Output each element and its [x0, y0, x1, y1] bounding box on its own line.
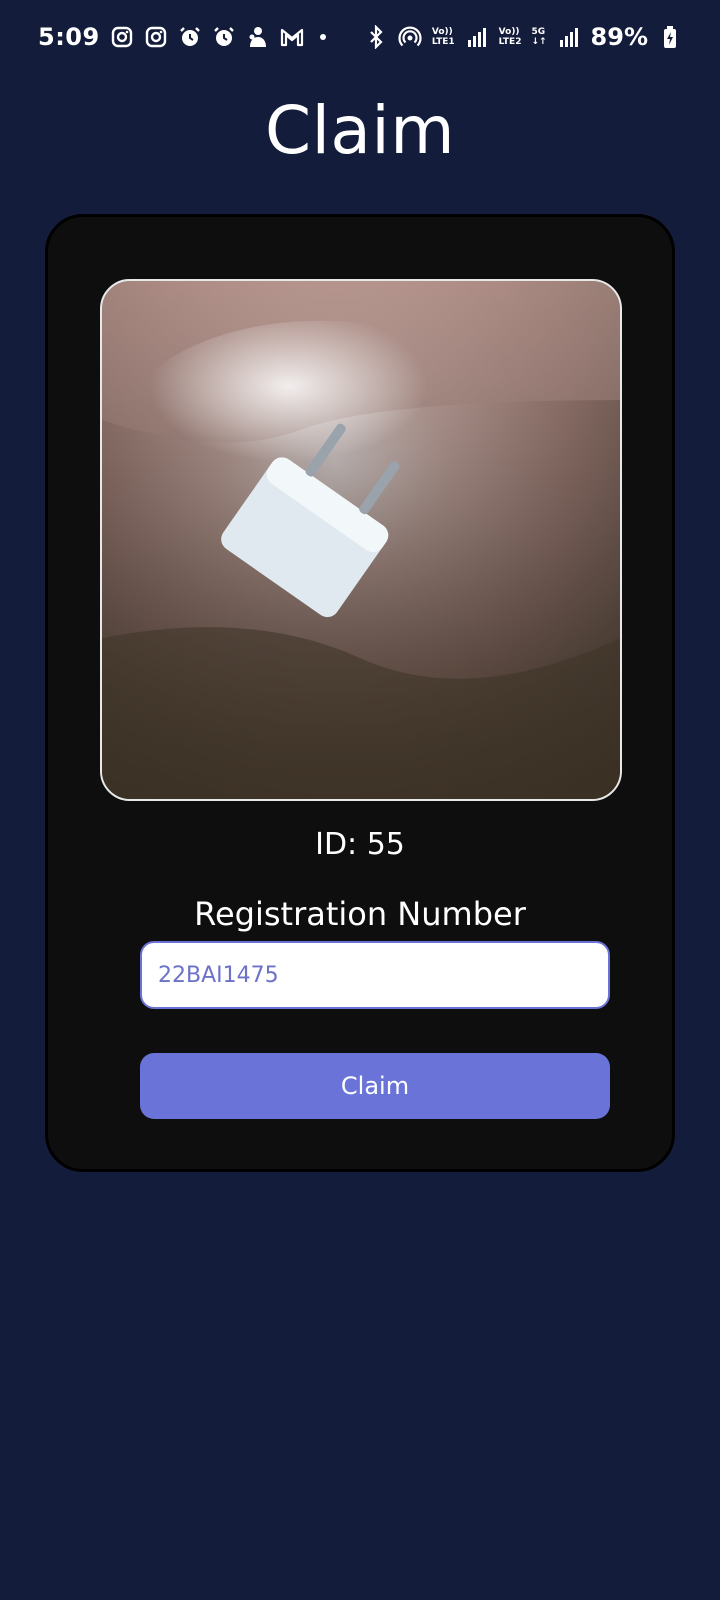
status-time: 5:09 [38, 23, 100, 51]
sim1-network-label: Vo)) LTE1 [432, 27, 455, 47]
status-bar: 5:09 Vo)) LTE1 Vo)) LTE2 5G ↓↑ 89% [0, 0, 720, 74]
registration-number-input[interactable] [140, 941, 610, 1009]
status-bar-right: Vo)) LTE1 Vo)) LTE2 5G ↓↑ 89% [364, 23, 682, 51]
hotspot-icon [398, 25, 422, 49]
status-bar-left: 5:09 [38, 23, 326, 51]
registration-number-label: Registration Number [194, 895, 526, 933]
page-title: Claim [265, 92, 455, 169]
claim-card: ID: 55 Registration Number Claim [45, 214, 675, 1172]
sim2-network-label: Vo)) LTE2 [499, 27, 522, 47]
sim2-volte-text: Vo)) [498, 27, 520, 37]
item-photo [100, 279, 622, 801]
sim2-5g-text: 5G [531, 27, 546, 37]
bluetooth-icon [364, 25, 388, 49]
more-notifications-dot-icon [319, 34, 326, 40]
battery-charging-icon [658, 25, 682, 49]
notification-app-icon [246, 25, 270, 49]
instagram-icon [144, 25, 168, 49]
sim1-lte-text: LTE1 [431, 37, 455, 47]
sim1-volte-text: Vo)) [431, 27, 453, 37]
alarm-icon [178, 25, 202, 49]
alarm-icon [212, 25, 236, 49]
instagram-icon [110, 25, 134, 49]
claim-button[interactable]: Claim [140, 1053, 610, 1119]
signal-icon [465, 25, 489, 49]
gmail-icon [280, 25, 304, 49]
sim2-5g-badge: 5G ↓↑ [531, 27, 546, 47]
data-transfer-arrows-icon: ↓↑ [531, 37, 547, 47]
signal-icon [557, 25, 581, 49]
charger-photo-graphic [102, 281, 620, 799]
battery-percent: 89% [590, 23, 648, 51]
item-id: ID: 55 [315, 827, 405, 862]
sim2-lte-text: LTE2 [498, 37, 522, 47]
